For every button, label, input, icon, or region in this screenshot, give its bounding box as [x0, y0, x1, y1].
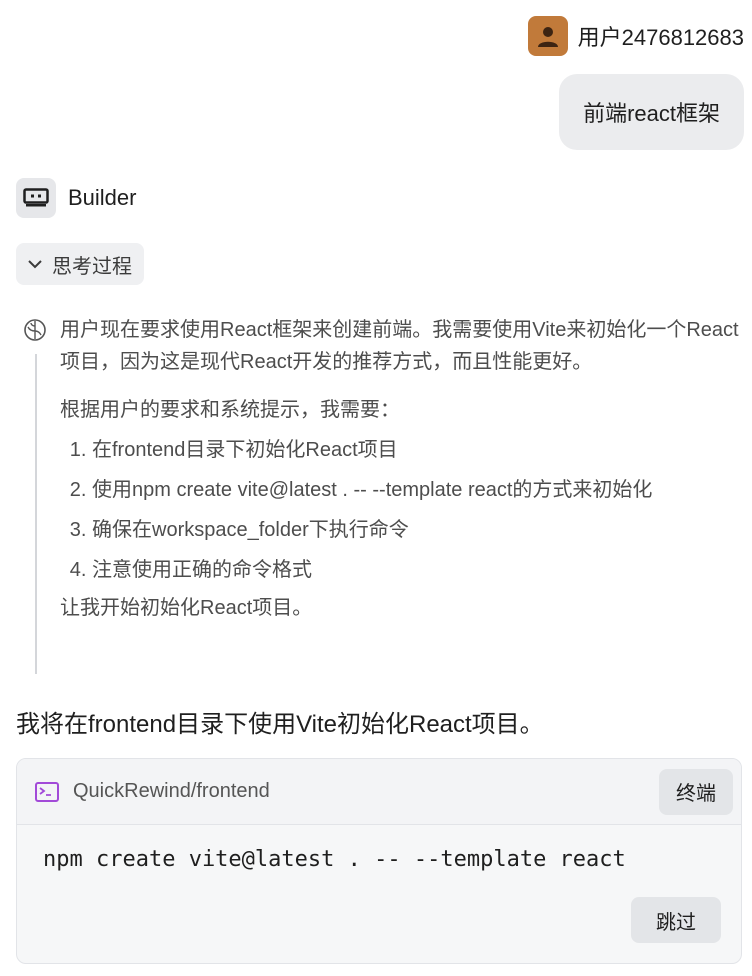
bot-avatar	[16, 178, 56, 218]
chevron-down-icon	[28, 260, 42, 269]
user-message: 前端react框架	[559, 74, 744, 150]
terminal-command: npm create vite@latest . -- --template r…	[43, 847, 626, 872]
thinking-divider	[35, 354, 37, 674]
thinking-step: 使用npm create vite@latest . -- --template…	[92, 474, 740, 506]
terminal-card: QuickRewind/frontend 终端 npm create vite@…	[16, 758, 742, 964]
thinking-content: 用户现在要求使用React框架来创建前端。我需要使用Vite来初始化一个Reac…	[60, 314, 740, 624]
thinking-paragraph: 根据用户的要求和系统提示，我需要：	[60, 399, 400, 421]
thinking-paragraph: 用户现在要求使用React框架来创建前端。我需要使用Vite来初始化一个Reac…	[60, 319, 739, 373]
thinking-toggle[interactable]: 思考过程	[16, 243, 144, 285]
thinking-step: 注意使用正确的命令格式	[92, 554, 740, 586]
bot-header: Builder	[16, 178, 136, 218]
open-terminal-button[interactable]: 终端	[659, 768, 733, 815]
user-avatar	[527, 16, 568, 56]
brain-icon	[24, 319, 46, 341]
user-header: 用户2476812683	[527, 16, 744, 56]
skip-button[interactable]: 跳过	[631, 897, 721, 943]
thinking-paragraph: 让我开始初始化React项目。	[60, 597, 313, 619]
thinking-steps: 在frontend目录下初始化React项目 使用npm create vite…	[60, 434, 740, 586]
bot-name: Builder	[68, 185, 137, 210]
builder-icon	[23, 188, 49, 207]
terminal-icon	[35, 781, 59, 802]
terminal-header: QuickRewind/frontend 终端	[17, 759, 741, 825]
thinking-toggle-label: 思考过程	[52, 255, 132, 278]
assistant-answer: 我将在frontend目录下使用Vite初始化React项目。	[16, 711, 544, 738]
thinking-step: 确保在workspace_folder下执行命令	[92, 514, 740, 546]
thinking-step: 在frontend目录下初始化React项目	[92, 434, 740, 466]
terminal-path: QuickRewind/frontend	[73, 780, 270, 802]
username: 用户2476812683	[577, 25, 744, 50]
person-icon	[537, 27, 558, 47]
